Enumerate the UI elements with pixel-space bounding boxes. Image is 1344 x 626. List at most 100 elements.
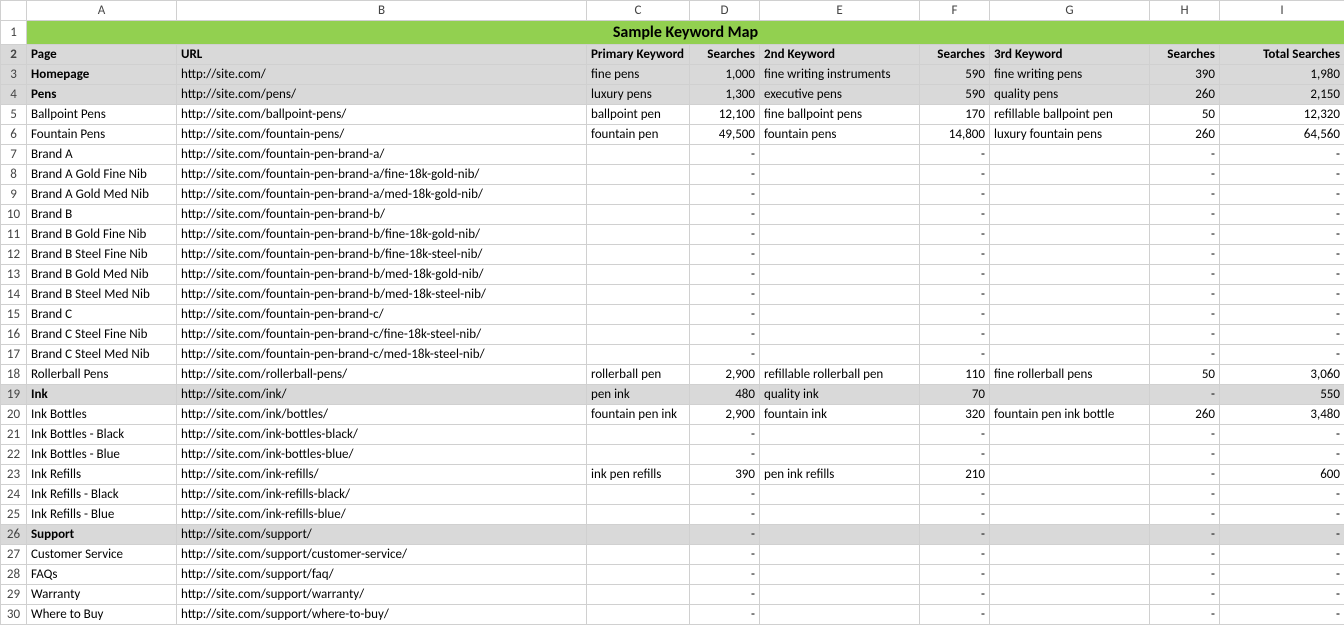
row-header-8[interactable]: 8 xyxy=(1,165,27,185)
cell-primary-keyword[interactable] xyxy=(587,185,690,205)
cell-2nd-keyword[interactable] xyxy=(760,225,920,245)
cell-searches-3[interactable]: - xyxy=(1150,305,1220,325)
cell-searches-3[interactable]: - xyxy=(1150,445,1220,465)
cell-searches-1[interactable]: - xyxy=(690,525,760,545)
cell-url[interactable]: http://site.com/ xyxy=(177,65,587,85)
cell-searches-3[interactable]: 50 xyxy=(1150,105,1220,125)
cell-page[interactable]: Brand C Steel Med Nib xyxy=(27,345,177,365)
row-header-14[interactable]: 14 xyxy=(1,285,27,305)
cell-3rd-keyword[interactable] xyxy=(990,305,1150,325)
cell-searches-3[interactable]: 260 xyxy=(1150,85,1220,105)
cell-3rd-keyword[interactable] xyxy=(990,145,1150,165)
cell-primary-keyword[interactable] xyxy=(587,345,690,365)
cell-page[interactable]: Brand A Gold Med Nib xyxy=(27,185,177,205)
cell-primary-keyword[interactable] xyxy=(587,565,690,585)
cell-primary-keyword[interactable]: fine pens xyxy=(587,65,690,85)
cell-searches-1[interactable]: - xyxy=(690,425,760,445)
cell-primary-keyword[interactable] xyxy=(587,245,690,265)
cell-url[interactable]: http://site.com/ballpoint-pens/ xyxy=(177,105,587,125)
cell-2nd-keyword[interactable]: fountain pens xyxy=(760,125,920,145)
row-header-20[interactable]: 20 xyxy=(1,405,27,425)
cell-searches-1[interactable]: 1,300 xyxy=(690,85,760,105)
cell-url[interactable]: http://site.com/support/warranty/ xyxy=(177,585,587,605)
cell-searches-2[interactable]: - xyxy=(920,285,990,305)
cell-3rd-keyword[interactable] xyxy=(990,345,1150,365)
cell-page[interactable]: Ink Refills - Black xyxy=(27,485,177,505)
cell-searches-2[interactable]: - xyxy=(920,565,990,585)
cell-searches-2[interactable]: 590 xyxy=(920,85,990,105)
header-searches-1[interactable]: Searches xyxy=(690,45,760,65)
cell-searches-1[interactable]: 2,900 xyxy=(690,365,760,385)
cell-3rd-keyword[interactable] xyxy=(990,525,1150,545)
cell-page[interactable]: Brand B Steel Fine Nib xyxy=(27,245,177,265)
cell-3rd-keyword[interactable] xyxy=(990,265,1150,285)
cell-total[interactable]: - xyxy=(1220,545,1344,565)
cell-page[interactable]: Brand B Gold Fine Nib xyxy=(27,225,177,245)
cell-3rd-keyword[interactable]: quality pens xyxy=(990,85,1150,105)
cell-total[interactable]: 2,150 xyxy=(1220,85,1344,105)
row-header-9[interactable]: 9 xyxy=(1,185,27,205)
cell-3rd-keyword[interactable] xyxy=(990,585,1150,605)
cell-page[interactable]: Brand A Gold Fine Nib xyxy=(27,165,177,185)
cell-searches-1[interactable]: - xyxy=(690,205,760,225)
column-header-D[interactable]: D xyxy=(690,1,760,21)
cell-primary-keyword[interactable] xyxy=(587,265,690,285)
cell-3rd-keyword[interactable]: luxury fountain pens xyxy=(990,125,1150,145)
row-header-25[interactable]: 25 xyxy=(1,505,27,525)
cell-total[interactable]: - xyxy=(1220,325,1344,345)
cell-searches-1[interactable]: - xyxy=(690,245,760,265)
header-searches-3[interactable]: Searches xyxy=(1150,45,1220,65)
cell-searches-3[interactable]: - xyxy=(1150,465,1220,485)
header-url[interactable]: URL xyxy=(177,45,587,65)
cell-3rd-keyword[interactable] xyxy=(990,165,1150,185)
cell-3rd-keyword[interactable] xyxy=(990,605,1150,625)
cell-searches-1[interactable]: - xyxy=(690,565,760,585)
cell-searches-2[interactable]: - xyxy=(920,445,990,465)
cell-searches-3[interactable]: - xyxy=(1150,565,1220,585)
cell-searches-3[interactable]: - xyxy=(1150,585,1220,605)
cell-searches-1[interactable]: 480 xyxy=(690,385,760,405)
row-header-22[interactable]: 22 xyxy=(1,445,27,465)
row-header-18[interactable]: 18 xyxy=(1,365,27,385)
cell-searches-3[interactable]: - xyxy=(1150,165,1220,185)
cell-total[interactable]: - xyxy=(1220,505,1344,525)
cell-2nd-keyword[interactable]: refillable rollerball pen xyxy=(760,365,920,385)
cell-primary-keyword[interactable] xyxy=(587,225,690,245)
cell-total[interactable]: - xyxy=(1220,225,1344,245)
cell-searches-3[interactable]: - xyxy=(1150,345,1220,365)
header-searches-2[interactable]: Searches xyxy=(920,45,990,65)
cell-total[interactable]: - xyxy=(1220,565,1344,585)
cell-url[interactable]: http://site.com/ink-bottles-blue/ xyxy=(177,445,587,465)
cell-searches-2[interactable]: 14,800 xyxy=(920,125,990,145)
cell-page[interactable]: Brand C xyxy=(27,305,177,325)
cell-primary-keyword[interactable] xyxy=(587,325,690,345)
cell-searches-3[interactable]: 390 xyxy=(1150,65,1220,85)
header-3rd-keyword[interactable]: 3rd Keyword xyxy=(990,45,1150,65)
cell-searches-3[interactable]: 260 xyxy=(1150,125,1220,145)
cell-3rd-keyword[interactable] xyxy=(990,565,1150,585)
cell-2nd-keyword[interactable] xyxy=(760,305,920,325)
cell-page[interactable]: Fountain Pens xyxy=(27,125,177,145)
cell-primary-keyword[interactable] xyxy=(587,485,690,505)
cell-primary-keyword[interactable]: fountain pen ink xyxy=(587,405,690,425)
cell-searches-3[interactable]: - xyxy=(1150,425,1220,445)
cell-url[interactable]: http://site.com/fountain-pen-brand-b/med… xyxy=(177,285,587,305)
cell-total[interactable]: - xyxy=(1220,285,1344,305)
cell-searches-1[interactable]: - xyxy=(690,345,760,365)
cell-3rd-keyword[interactable] xyxy=(990,485,1150,505)
column-header-B[interactable]: B xyxy=(177,1,587,21)
row-header-4[interactable]: 4 xyxy=(1,85,27,105)
cell-page[interactable]: FAQs xyxy=(27,565,177,585)
cell-3rd-keyword[interactable] xyxy=(990,545,1150,565)
cell-searches-3[interactable]: - xyxy=(1150,285,1220,305)
cell-page[interactable]: Ink Refills xyxy=(27,465,177,485)
cell-total[interactable]: 3,060 xyxy=(1220,365,1344,385)
cell-searches-2[interactable]: 170 xyxy=(920,105,990,125)
cell-page[interactable]: Brand A xyxy=(27,145,177,165)
cell-2nd-keyword[interactable] xyxy=(760,285,920,305)
cell-page[interactable]: Warranty xyxy=(27,585,177,605)
column-header-G[interactable]: G xyxy=(990,1,1150,21)
cell-2nd-keyword[interactable] xyxy=(760,245,920,265)
cell-2nd-keyword[interactable]: fine writing instruments xyxy=(760,65,920,85)
cell-primary-keyword[interactable] xyxy=(587,305,690,325)
